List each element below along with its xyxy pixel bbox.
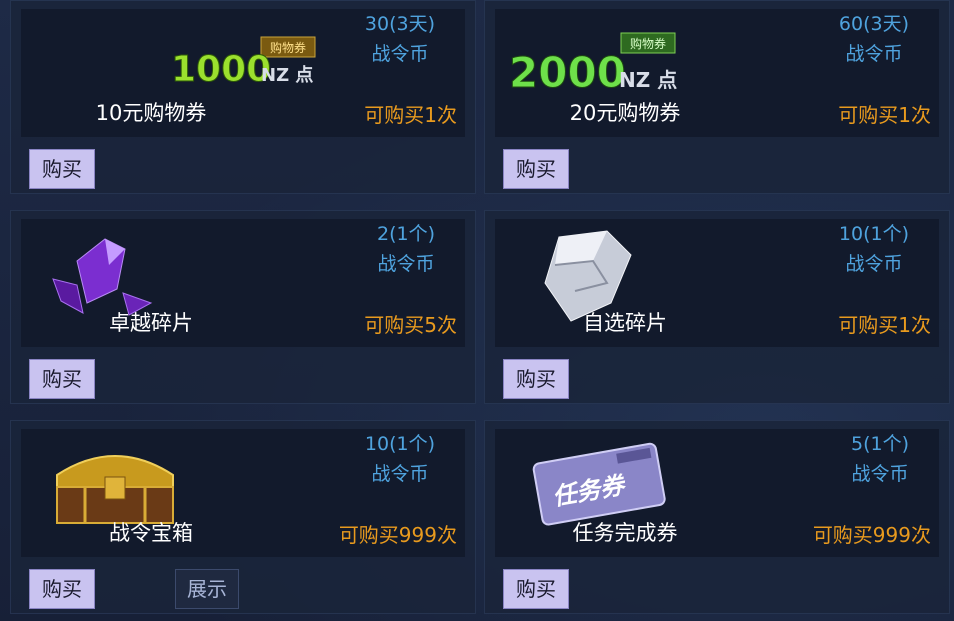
svg-text:1000: 1000	[171, 49, 271, 90]
item-price: 5(1个) 战令币	[851, 429, 909, 489]
shop-item: 购物券 2000 NZ 点 20元购物券 60(3天) 战令币 可购买1次 购买	[484, 0, 950, 194]
buy-button[interactable]: 购买	[29, 359, 95, 399]
item-name: 任务完成券	[572, 521, 678, 545]
item-name: 战令宝箱	[109, 521, 193, 545]
purchase-limit: 可购买999次	[812, 523, 931, 547]
buy-button[interactable]: 购买	[503, 359, 569, 399]
price-currency: 战令币	[371, 463, 429, 485]
shop-item: 购物券 1000 NZ 点 10元购物券 30(3天) 战令币 可购买1次 购买	[10, 0, 476, 194]
2000-nz-points-voucher-icon: 购物券 2000 NZ 点	[509, 32, 677, 93]
shop-grid: 购物券 1000 NZ 点 10元购物券 30(3天) 战令币 可购买1次 购买…	[0, 0, 954, 621]
svg-text:NZ 点: NZ 点	[619, 68, 677, 92]
price-amount: 30(3天)	[364, 13, 435, 35]
purchase-limit: 可购买1次	[838, 103, 931, 127]
svg-text:购物券: 购物券	[270, 40, 306, 55]
item-name: 自选碎片	[583, 311, 667, 335]
item-name: 卓越碎片	[109, 311, 193, 335]
price-amount: 10(1个)	[838, 223, 909, 245]
price-currency: 战令币	[377, 253, 435, 275]
shop-item: 自选碎片 10(1个) 战令币 可购买1次 购买	[484, 210, 950, 404]
price-currency: 战令币	[845, 253, 903, 275]
buy-button[interactable]: 购买	[503, 149, 569, 189]
shop-item: 战令宝箱 10(1个) 战令币 可购买999次 购买 展示	[10, 420, 476, 614]
purchase-limit: 可购买999次	[338, 523, 457, 547]
purchase-limit: 可购买1次	[838, 313, 931, 337]
buy-button[interactable]: 购买	[29, 569, 95, 609]
buy-button[interactable]: 购买	[503, 569, 569, 609]
buy-button[interactable]: 购买	[29, 149, 95, 189]
1000-nz-points-voucher-icon: 购物券 1000 NZ 点	[171, 36, 316, 91]
purchase-limit: 可购买5次	[364, 313, 457, 337]
item-price: 2(1个) 战令币	[377, 219, 435, 279]
item-name: 10元购物券	[95, 101, 207, 125]
svg-text:2000: 2000	[509, 48, 626, 93]
price-amount: 60(3天)	[838, 13, 909, 35]
task-ticket-icon: 任务券	[532, 442, 666, 526]
svg-text:NZ 点: NZ 点	[261, 64, 313, 86]
price-currency: 战令币	[851, 463, 909, 485]
shop-item: 任务券 任务完成券 5(1个) 战令币 可购买999次 购买	[484, 420, 950, 614]
price-currency: 战令币	[371, 43, 429, 65]
item-price: 30(3天) 战令币	[365, 9, 435, 69]
price-amount: 2(1个)	[376, 223, 435, 245]
purchase-limit: 可购买1次	[364, 103, 457, 127]
item-price: 10(1个) 战令币	[365, 429, 435, 489]
item-price: 10(1个) 战令币	[839, 219, 909, 279]
item-name: 20元购物券	[569, 101, 681, 125]
price-amount: 10(1个)	[364, 433, 435, 455]
golden-treasure-chest-icon	[56, 455, 174, 524]
price-amount: 5(1个)	[850, 433, 909, 455]
show-button[interactable]: 展示	[175, 569, 239, 609]
shop-item: 卓越碎片 2(1个) 战令币 可购买5次 购买	[10, 210, 476, 404]
item-price: 60(3天) 战令币	[839, 9, 909, 69]
svg-text:购物券: 购物券	[630, 36, 666, 51]
price-currency: 战令币	[845, 43, 903, 65]
